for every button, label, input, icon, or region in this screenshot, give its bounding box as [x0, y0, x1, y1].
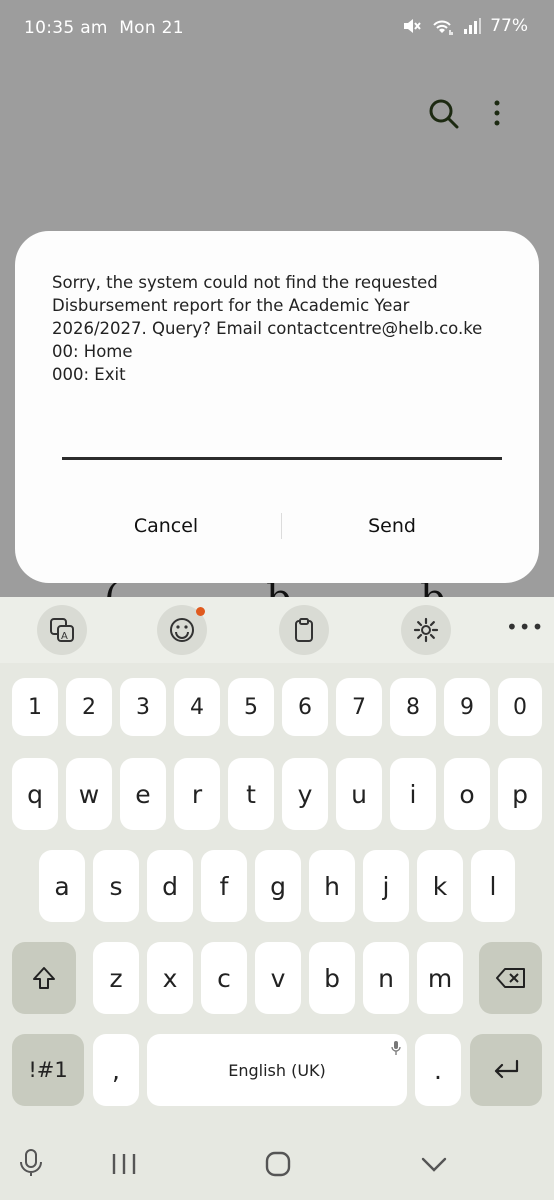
navigation-bar [0, 1128, 554, 1200]
status-date-text: Mon 21 [119, 18, 184, 38]
svg-text:A: A [61, 631, 68, 642]
cancel-button[interactable]: Cancel [51, 509, 281, 543]
enter-icon [494, 1059, 519, 1079]
mic-icon [391, 1041, 401, 1055]
recents-icon[interactable] [110, 1152, 138, 1180]
key-g[interactable]: g [255, 850, 301, 922]
key-f[interactable]: f [201, 850, 247, 922]
shift-key[interactable] [12, 942, 76, 1014]
key-0[interactable]: 0 [498, 678, 542, 736]
key-1[interactable]: 1 [12, 678, 58, 736]
key-s[interactable]: s [93, 850, 139, 922]
key-r[interactable]: r [174, 758, 220, 830]
key-i[interactable]: i [390, 758, 436, 830]
key-6[interactable]: 6 [282, 678, 328, 736]
shift-icon [33, 967, 55, 989]
back-icon[interactable] [420, 1156, 448, 1178]
key-d[interactable]: d [147, 850, 193, 922]
key-n[interactable]: n [363, 942, 409, 1014]
keyboard-mic-icon[interactable] [18, 1148, 44, 1182]
backspace-icon [495, 968, 525, 988]
more-horiz-icon[interactable]: ••• [506, 615, 544, 639]
key-m[interactable]: m [417, 942, 463, 1014]
key-v[interactable]: v [255, 942, 301, 1014]
signal-icon [462, 17, 482, 35]
home-icon[interactable] [264, 1150, 292, 1182]
comma-key[interactable]: , [93, 1034, 139, 1106]
key-j[interactable]: j [363, 850, 409, 922]
key-w[interactable]: w [66, 758, 112, 830]
mute-icon [402, 17, 422, 35]
keyboard: A ••• 1 2 3 4 5 6 7 8 9 0 q w e r t y u … [0, 597, 554, 1200]
wifi-icon [430, 17, 454, 35]
key-c[interactable]: c [201, 942, 247, 1014]
key-k[interactable]: k [417, 850, 463, 922]
send-button[interactable]: Send [277, 509, 507, 543]
more-vert-icon[interactable] [490, 98, 504, 134]
space-key[interactable]: English (UK) [147, 1034, 407, 1106]
key-o[interactable]: o [444, 758, 490, 830]
ussd-dialog: Sorry, the system could not find the req… [15, 231, 539, 583]
key-x[interactable]: x [147, 942, 193, 1014]
backspace-key[interactable] [479, 942, 542, 1014]
search-icon[interactable] [428, 98, 460, 134]
keyboard-toolbar: A ••• [0, 597, 554, 663]
period-key[interactable]: . [415, 1034, 461, 1106]
key-l[interactable]: l [471, 850, 515, 922]
key-8[interactable]: 8 [390, 678, 436, 736]
key-p[interactable]: p [498, 758, 542, 830]
key-z[interactable]: z [93, 942, 139, 1014]
key-q[interactable]: q [12, 758, 58, 830]
key-5[interactable]: 5 [228, 678, 274, 736]
symbols-key[interactable]: !#1 [12, 1034, 84, 1106]
status-bar: 10:35 am Mon 21 77% [0, 0, 554, 58]
clipboard-icon[interactable] [279, 605, 329, 655]
key-y[interactable]: y [282, 758, 328, 830]
notification-badge [196, 607, 205, 616]
key-7[interactable]: 7 [336, 678, 382, 736]
enter-key[interactable] [470, 1034, 542, 1106]
dialog-message: Sorry, the system could not find the req… [52, 273, 483, 384]
key-a[interactable]: a [39, 850, 85, 922]
status-time-text: 10:35 am [24, 18, 108, 38]
key-4[interactable]: 4 [174, 678, 220, 736]
key-t[interactable]: t [228, 758, 274, 830]
settings-icon[interactable] [401, 605, 451, 655]
key-u[interactable]: u [336, 758, 382, 830]
input-underline [62, 457, 502, 460]
status-icons: 77% [402, 16, 528, 36]
key-h[interactable]: h [309, 850, 355, 922]
status-time: 10:35 am Mon 21 [24, 18, 184, 38]
translate-icon[interactable]: A [37, 605, 87, 655]
key-9[interactable]: 9 [444, 678, 490, 736]
reply-input[interactable] [62, 421, 502, 455]
space-label: English (UK) [228, 1060, 326, 1080]
key-2[interactable]: 2 [66, 678, 112, 736]
key-e[interactable]: e [120, 758, 166, 830]
battery-text: 77% [490, 16, 528, 36]
key-3[interactable]: 3 [120, 678, 166, 736]
key-b[interactable]: b [309, 942, 355, 1014]
